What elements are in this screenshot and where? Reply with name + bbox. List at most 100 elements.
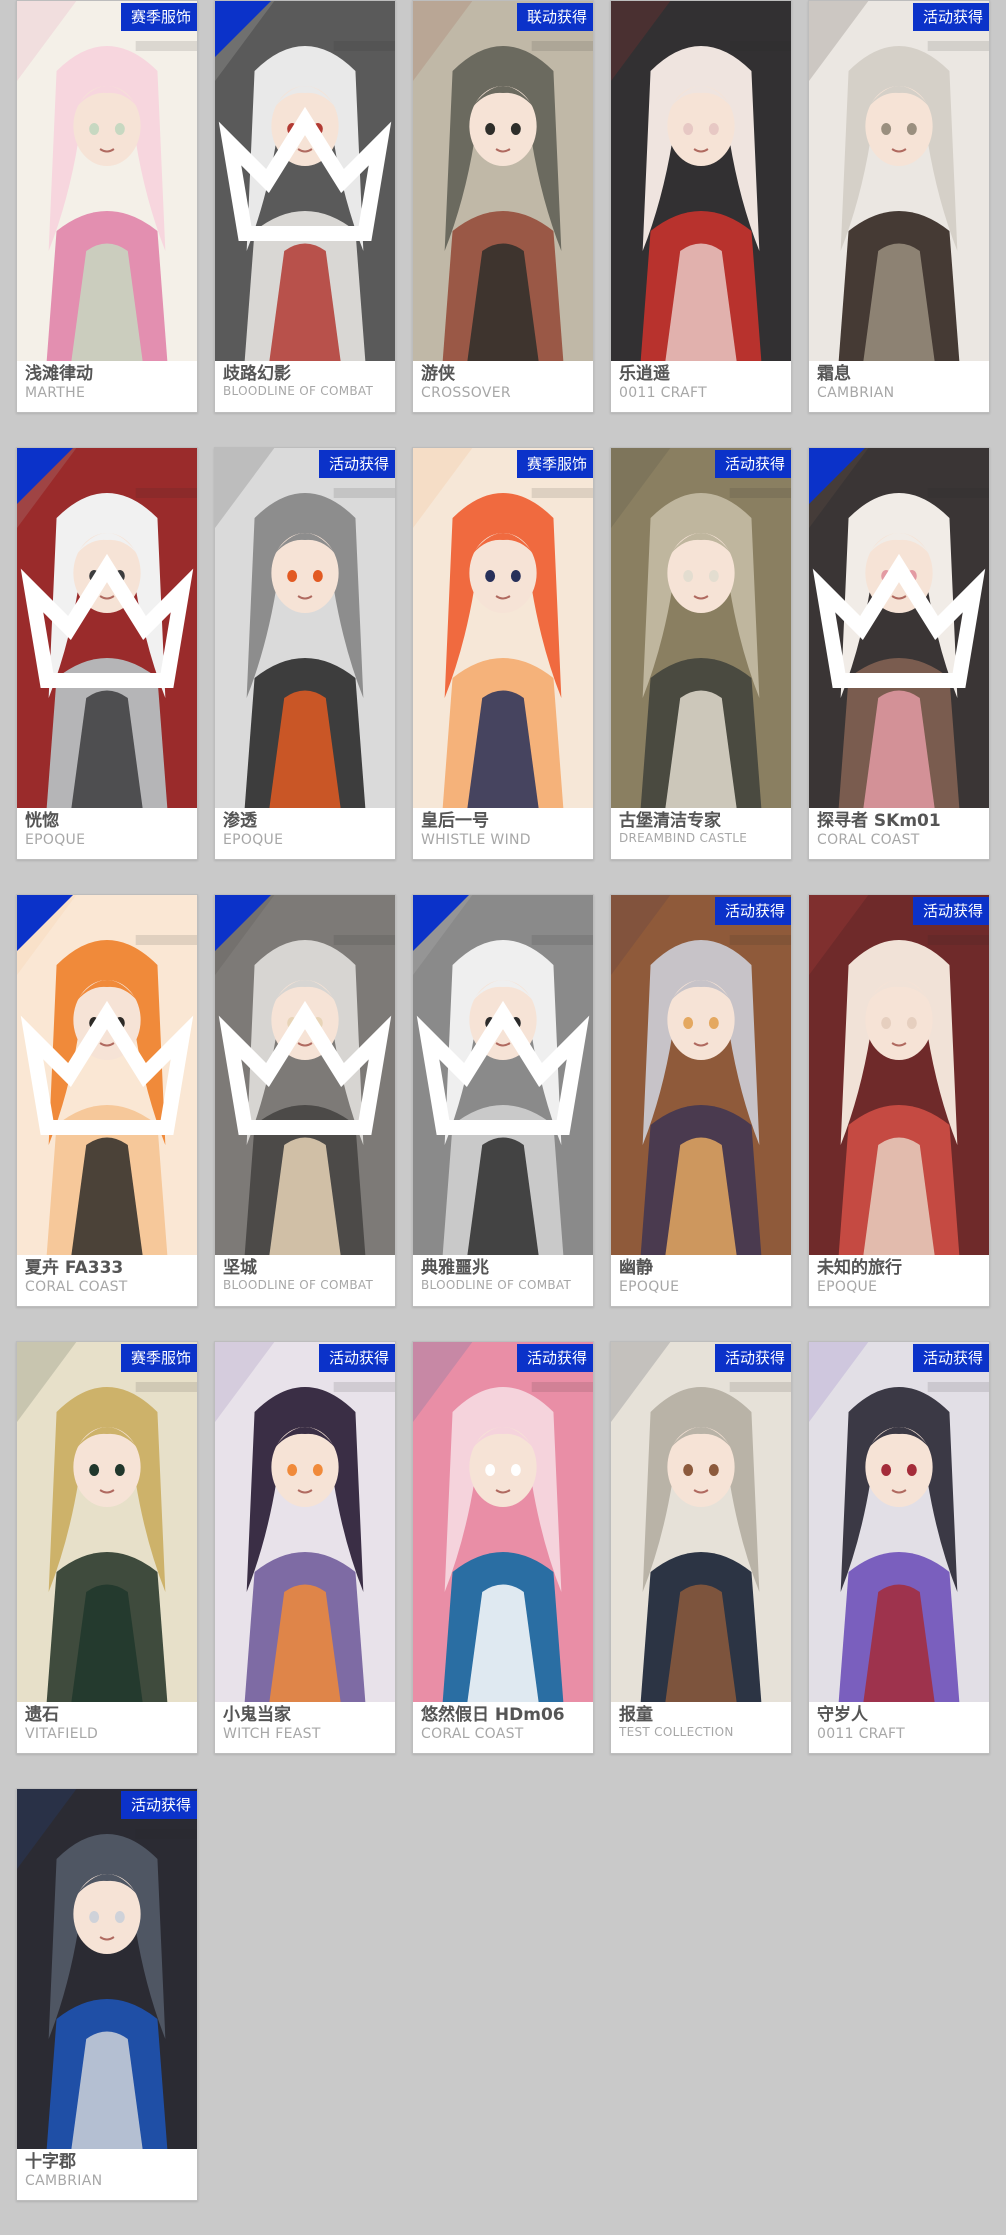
skin-card[interactable]: 乐逍遥 0011 CRAFT xyxy=(610,0,792,413)
skin-card[interactable]: 活动获得十字郡 CAMBRIAN xyxy=(16,1788,198,2201)
skin-caption: 歧路幻影 BLOODLINE OF COMBAT xyxy=(215,361,395,398)
skin-card[interactable]: 坚城 BLOODLINE OF COMBAT xyxy=(214,894,396,1307)
skin-series: 0011 CRAFT xyxy=(817,1725,905,1742)
skin-art: 活动获得 xyxy=(809,1342,989,1702)
skin-caption: 幽静 EPOQUE xyxy=(611,1255,791,1295)
skin-card[interactable]: 活动获得霜息 CAMBRIAN xyxy=(808,0,990,413)
skin-art: 活动获得 xyxy=(611,448,791,808)
acquisition-badge: 活动获得 xyxy=(318,1344,395,1372)
crown-icon xyxy=(218,106,392,241)
skin-card[interactable]: 活动获得小鬼当家 WITCH FEAST xyxy=(214,1341,396,1754)
crown-icon xyxy=(416,1000,590,1135)
skin-art xyxy=(17,895,197,1255)
skin-card[interactable]: 活动获得 渗透 EPOQUE xyxy=(214,447,396,860)
skin-name: 古堡清洁专家 xyxy=(619,811,721,831)
skin-series: MARTHE xyxy=(25,384,86,401)
skin-art: 活动获得 xyxy=(215,448,395,808)
skin-name: 渗透 xyxy=(223,811,257,831)
character-portrait xyxy=(413,1342,593,1702)
character-portrait xyxy=(809,1,989,361)
acquisition-badge: 联动获得 xyxy=(516,3,593,31)
skin-card[interactable]: 赛季服饰 遗石 VITAFIELD xyxy=(16,1341,198,1754)
skin-card[interactable]: 歧路幻影 BLOODLINE OF COMBAT xyxy=(214,0,396,413)
skin-card[interactable]: 活动获得悠然假日 HDm06 CORAL COAST xyxy=(412,1341,594,1754)
skin-caption: 未知的旅行 EPOQUE xyxy=(809,1255,989,1295)
skin-caption: 守岁人 0011 CRAFT xyxy=(809,1702,989,1742)
character-portrait xyxy=(413,448,593,808)
skin-caption: 十字郡 CAMBRIAN xyxy=(17,2149,197,2189)
skin-caption: 典雅噩兆 BLOODLINE OF COMBAT xyxy=(413,1255,593,1292)
skin-series: BLOODLINE OF COMBAT xyxy=(223,384,374,398)
character-portrait xyxy=(413,1,593,361)
skin-name: 乐逍遥 xyxy=(619,364,670,384)
skin-name: 悠然假日 HDm06 xyxy=(421,1705,565,1725)
skin-card[interactable]: 探寻者 SKm01 CORAL COAST xyxy=(808,447,990,860)
character-portrait xyxy=(17,1,197,361)
acquisition-badge: 活动获得 xyxy=(120,1791,197,1819)
skin-series: CROSSOVER xyxy=(421,384,511,401)
skin-art: 活动获得 xyxy=(809,1,989,361)
crown-icon xyxy=(20,553,194,688)
skin-name: 守岁人 xyxy=(817,1705,868,1725)
skin-name: 恍惚 xyxy=(25,811,59,831)
skin-series: EPOQUE xyxy=(619,1278,680,1295)
skin-art: 活动获得 xyxy=(17,1789,197,2149)
skin-art: 活动获得 xyxy=(215,1342,395,1702)
skin-card[interactable]: 活动获得 幽静 EPOQUE xyxy=(610,894,792,1307)
character-portrait xyxy=(611,895,791,1255)
character-portrait xyxy=(809,895,989,1255)
skin-caption: 乐逍遥 0011 CRAFT xyxy=(611,361,791,401)
skin-caption: 报童 TEST COLLECTION xyxy=(611,1702,791,1739)
skin-art: 活动获得 xyxy=(413,1342,593,1702)
acquisition-badge: 活动获得 xyxy=(912,1344,989,1372)
skin-card[interactable]: 恍惚 EPOQUE xyxy=(16,447,198,860)
skin-art: 赛季服饰 xyxy=(17,1342,197,1702)
crown-icon xyxy=(218,1000,392,1135)
skin-series: DREAMBIND CASTLE xyxy=(619,831,748,845)
skin-series: CORAL COAST xyxy=(421,1725,524,1742)
skin-name: 霜息 xyxy=(817,364,851,384)
character-portrait xyxy=(611,1342,791,1702)
skin-series: CORAL COAST xyxy=(817,831,920,848)
skin-name: 坚城 xyxy=(223,1258,257,1278)
skin-name: 报童 xyxy=(619,1705,653,1725)
skin-grid: 赛季服饰 浅滩律动 MARTHE 歧路幻影 BLOODLINE OF COMBAT 联… xyxy=(16,0,990,2201)
skin-card[interactable]: 赛季服饰 皇后一号 WHISTLE WIND xyxy=(412,447,594,860)
skin-series: 0011 CRAFT xyxy=(619,384,707,401)
character-portrait xyxy=(611,448,791,808)
skin-art: 活动获得 xyxy=(611,895,791,1255)
skin-art xyxy=(611,1,791,361)
skin-caption: 小鬼当家 WITCH FEAST xyxy=(215,1702,395,1742)
skin-card[interactable]: 夏卉 FA333 CORAL COAST xyxy=(16,894,198,1307)
skin-card[interactable]: 活动获得未知的旅行 EPOQUE xyxy=(808,894,990,1307)
skin-name: 典雅噩兆 xyxy=(421,1258,489,1278)
skin-caption: 浅滩律动 MARTHE xyxy=(17,361,197,401)
skin-card[interactable]: 典雅噩兆 BLOODLINE OF COMBAT xyxy=(412,894,594,1307)
acquisition-badge: 活动获得 xyxy=(912,897,989,925)
acquisition-badge: 活动获得 xyxy=(318,450,395,478)
skin-series: VITAFIELD xyxy=(25,1725,99,1742)
acquisition-badge: 活动获得 xyxy=(516,1344,593,1372)
skin-name: 歧路幻影 xyxy=(223,364,291,384)
acquisition-badge: 赛季服饰 xyxy=(120,1344,197,1372)
skin-series: CAMBRIAN xyxy=(25,2172,103,2189)
character-portrait xyxy=(611,1,791,361)
skin-name: 十字郡 xyxy=(25,2152,76,2172)
skin-art: 赛季服饰 xyxy=(413,448,593,808)
skin-name: 探寻者 SKm01 xyxy=(817,811,941,831)
skin-card[interactable]: 联动获得游侠 CROSSOVER xyxy=(412,0,594,413)
skin-caption: 坚城 BLOODLINE OF COMBAT xyxy=(215,1255,395,1292)
skin-series: TEST COLLECTION xyxy=(619,1725,734,1739)
skin-card[interactable]: 活动获得 报童 TEST COLLECTION xyxy=(610,1341,792,1754)
acquisition-badge: 活动获得 xyxy=(714,450,791,478)
skin-card[interactable]: 活动获得古堡清洁专家 DREAMBIND CASTLE xyxy=(610,447,792,860)
character-portrait xyxy=(215,448,395,808)
skin-name: 游侠 xyxy=(421,364,455,384)
skin-card[interactable]: 赛季服饰 浅滩律动 MARTHE xyxy=(16,0,198,413)
skin-art xyxy=(413,895,593,1255)
skin-card[interactable]: 活动获得守岁人 0011 CRAFT xyxy=(808,1341,990,1754)
acquisition-badge: 活动获得 xyxy=(912,3,989,31)
character-portrait xyxy=(17,1342,197,1702)
skin-caption: 探寻者 SKm01 CORAL COAST xyxy=(809,808,989,848)
skin-caption: 霜息 CAMBRIAN xyxy=(809,361,989,401)
